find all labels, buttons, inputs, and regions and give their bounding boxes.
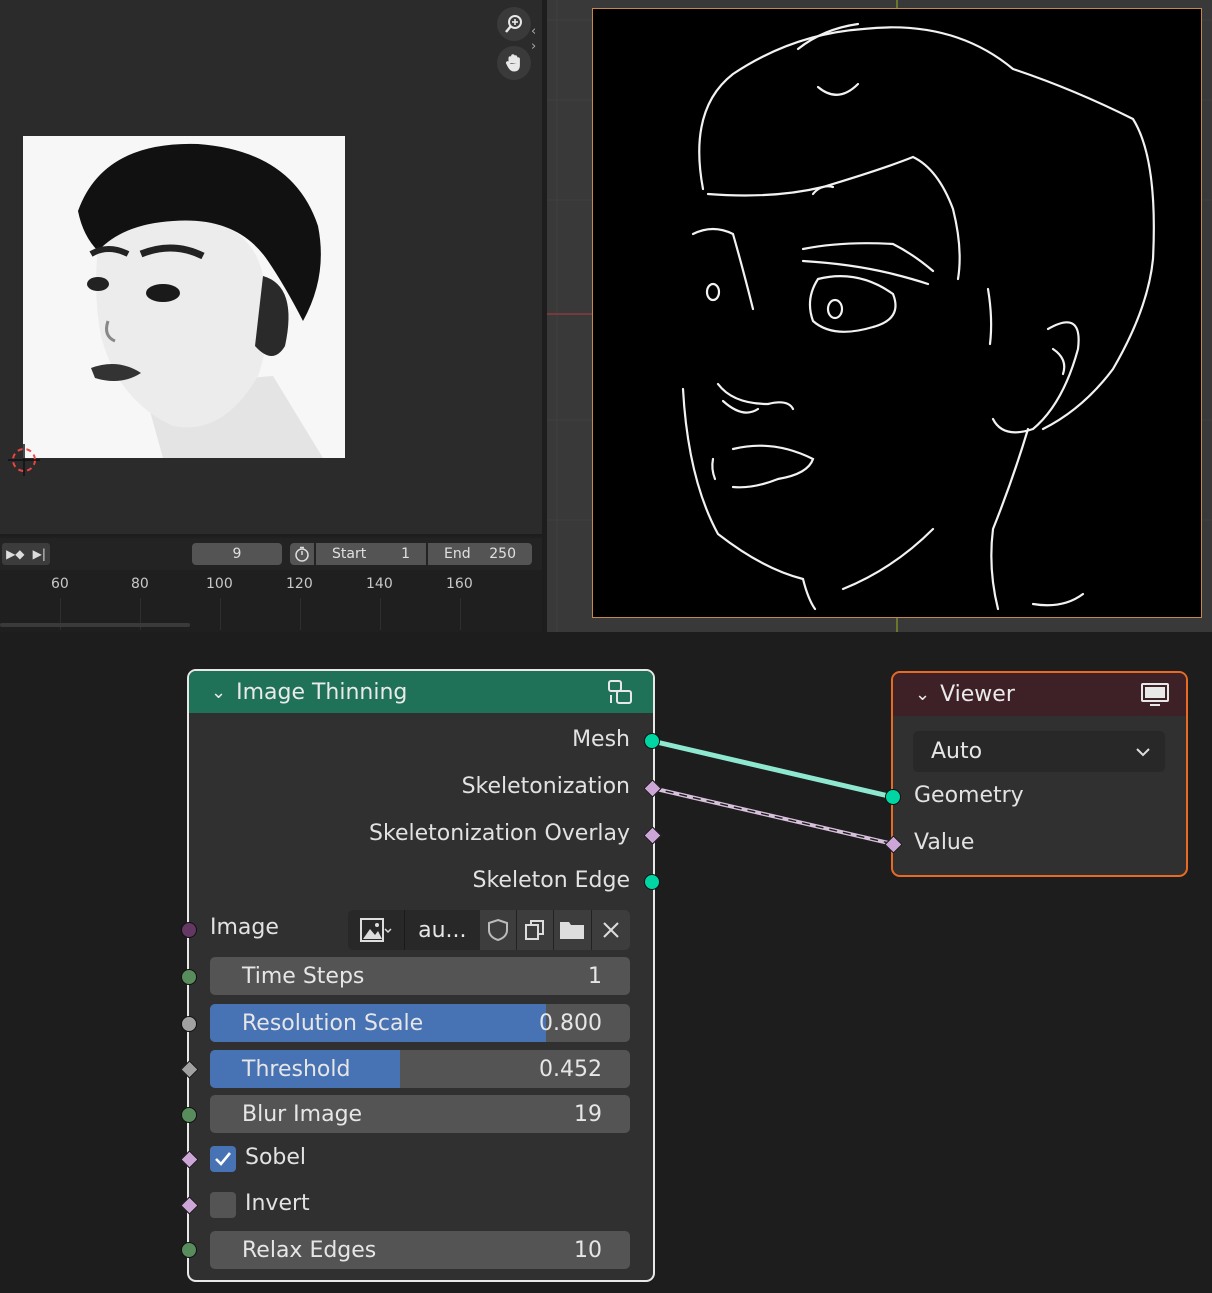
node-group-icon[interactable] bbox=[605, 677, 635, 713]
timeline-header: ▶◆ ▶| 9 Start 1 End 250 bbox=[0, 538, 542, 570]
output-skeleton-edge-label: Skeleton Edge bbox=[472, 868, 631, 893]
threshold-label: Threshold bbox=[242, 1056, 351, 1082]
mesh-output-socket[interactable] bbox=[644, 733, 660, 749]
end-label: End bbox=[444, 546, 471, 562]
unlink-close-icon[interactable] bbox=[591, 910, 631, 950]
start-label: Start bbox=[332, 546, 367, 562]
image-datablock-selector: au... bbox=[348, 910, 631, 950]
time-steps-value: 1 bbox=[588, 963, 602, 989]
timeline-tick: 80 bbox=[131, 576, 149, 592]
timeline-tick: 60 bbox=[51, 576, 69, 592]
timeline-gridline bbox=[460, 598, 461, 630]
timeline-gridline bbox=[300, 598, 301, 630]
invert-label: Invert bbox=[245, 1191, 310, 1216]
timeline-gridline bbox=[220, 598, 221, 630]
timeline-tick: 160 bbox=[446, 576, 473, 592]
current-frame-field[interactable]: 9 bbox=[192, 543, 282, 565]
time-steps-label: Time Steps bbox=[242, 963, 365, 989]
play-keyframe-icon[interactable]: ▶◆ bbox=[6, 547, 24, 561]
jump-end-icon[interactable]: ▶| bbox=[33, 547, 46, 561]
skeleton-edge-preview bbox=[592, 8, 1202, 618]
resolution-scale-value: 0.800 bbox=[539, 1010, 602, 1036]
blur-image-label: Blur Image bbox=[242, 1101, 363, 1127]
stopwatch-icon[interactable] bbox=[290, 543, 314, 565]
image-name-field[interactable]: au... bbox=[405, 918, 480, 943]
node-title: Image Thinning bbox=[236, 679, 408, 705]
output-mesh-label: Mesh bbox=[572, 727, 630, 752]
blur-image-input-socket[interactable] bbox=[181, 1107, 197, 1123]
relax-edges-input-socket[interactable] bbox=[181, 1242, 197, 1258]
blur-image-field[interactable]: Blur Image 19 bbox=[210, 1095, 630, 1133]
timeline-gridline bbox=[380, 598, 381, 630]
duplicate-icon[interactable] bbox=[515, 910, 553, 950]
threshold-value: 0.452 bbox=[539, 1056, 602, 1082]
fake-user-shield-icon[interactable] bbox=[480, 910, 516, 950]
start-frame-field[interactable]: Start 1 bbox=[316, 543, 426, 565]
blur-image-value: 19 bbox=[574, 1101, 602, 1127]
monitor-icon[interactable] bbox=[1140, 682, 1170, 714]
timeline-tick: 140 bbox=[366, 576, 393, 592]
end-frame-field[interactable]: End 250 bbox=[428, 543, 532, 565]
time-steps-field[interactable]: Time Steps 1 bbox=[210, 957, 630, 995]
sobel-label: Sobel bbox=[245, 1145, 307, 1170]
invert-checkbox[interactable] bbox=[210, 1192, 236, 1218]
timeline-tick: 120 bbox=[286, 576, 313, 592]
image-input-socket[interactable] bbox=[181, 922, 197, 938]
region-toggle-icon[interactable]: ‹ › bbox=[531, 24, 542, 54]
resolution-scale-label: Resolution Scale bbox=[242, 1010, 424, 1036]
image-input-label: Image bbox=[210, 915, 279, 940]
domain-dropdown[interactable]: Auto bbox=[913, 731, 1165, 772]
source-portrait-image bbox=[23, 136, 345, 458]
viewer-node-header[interactable]: ⌄ Viewer bbox=[893, 673, 1186, 716]
3d-cursor-icon bbox=[8, 444, 40, 480]
skeleton-edge-output-socket[interactable] bbox=[644, 874, 660, 890]
open-folder-icon[interactable] bbox=[552, 910, 592, 950]
image-browse-icon[interactable] bbox=[348, 910, 405, 950]
zoom-icon[interactable] bbox=[497, 7, 531, 41]
chevron-down-icon bbox=[1136, 747, 1150, 756]
value-input-label: Value bbox=[914, 830, 975, 855]
threshold-slider[interactable]: Threshold 0.452 bbox=[210, 1050, 630, 1088]
geometry-input-label: Geometry bbox=[914, 783, 1024, 808]
time-steps-input-socket[interactable] bbox=[181, 969, 197, 985]
image-editor-panel: ‹ › bbox=[0, 0, 542, 534]
collapse-chevron-icon[interactable]: ⌄ bbox=[915, 684, 930, 705]
resolution-scale-input-socket[interactable] bbox=[181, 1016, 197, 1032]
domain-selected-value: Auto bbox=[931, 739, 983, 764]
pan-hand-icon[interactable] bbox=[497, 46, 531, 80]
start-value: 1 bbox=[401, 546, 410, 562]
relax-edges-label: Relax Edges bbox=[242, 1237, 377, 1263]
playback-controls: ▶◆ ▶| bbox=[2, 543, 50, 565]
end-value: 250 bbox=[489, 546, 516, 562]
output-skeletonization-overlay-label: Skeletonization Overlay bbox=[369, 821, 630, 846]
resolution-scale-slider[interactable]: Resolution Scale 0.800 bbox=[210, 1004, 630, 1042]
sobel-checkbox[interactable] bbox=[210, 1146, 236, 1172]
relax-edges-value: 10 bbox=[574, 1237, 602, 1263]
collapse-chevron-icon[interactable]: ⌄ bbox=[211, 682, 226, 703]
relax-edges-field[interactable]: Relax Edges 10 bbox=[210, 1231, 630, 1269]
output-skeletonization-label: Skeletonization bbox=[461, 774, 630, 799]
timeline-tick: 100 bbox=[206, 576, 233, 592]
node-header[interactable]: ⌄ Image Thinning bbox=[189, 671, 653, 713]
timeline-scrollbar[interactable] bbox=[0, 623, 190, 627]
geometry-input-socket[interactable] bbox=[885, 789, 901, 805]
viewer-title: Viewer bbox=[940, 682, 1015, 707]
